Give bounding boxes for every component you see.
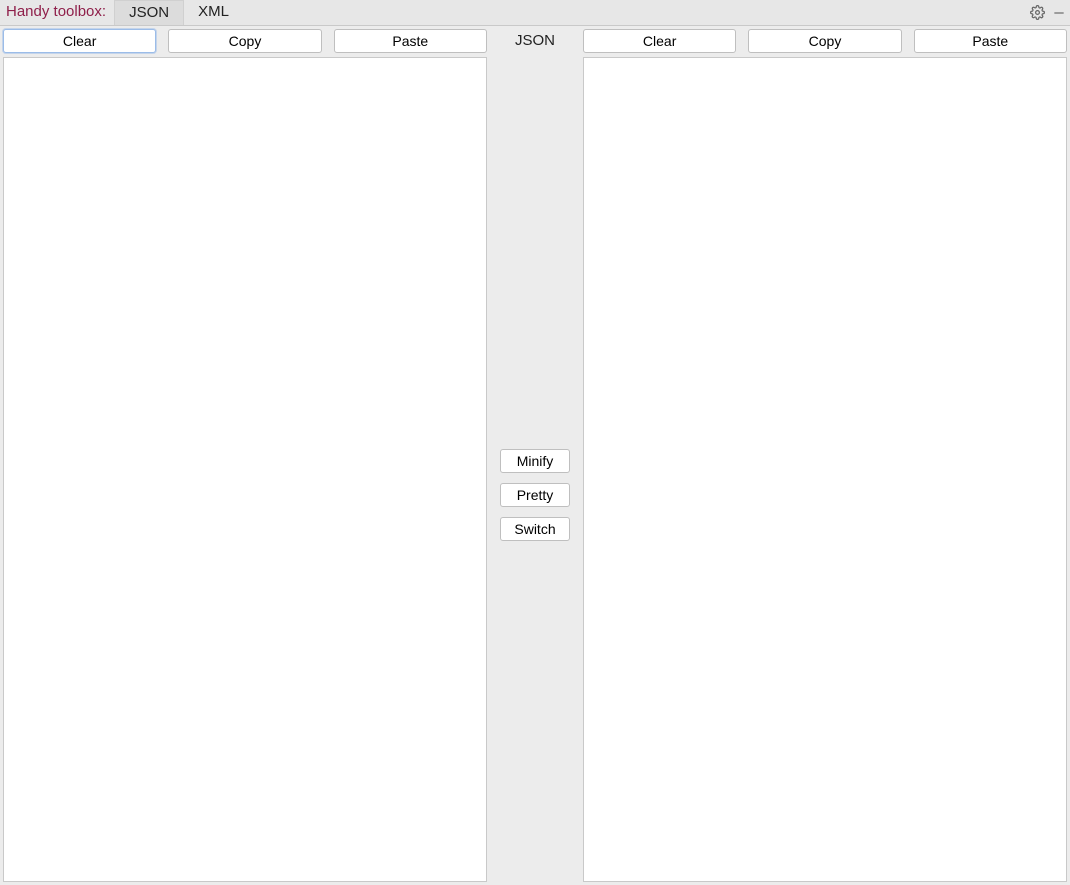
right-copy-button[interactable]: Copy — [748, 29, 901, 53]
right-clear-button[interactable]: Clear — [583, 29, 736, 53]
title-bar: Handy toolbox: JSON XML — [0, 0, 1070, 26]
mode-label: JSON — [515, 29, 555, 53]
switch-button[interactable]: Switch — [500, 517, 570, 541]
right-paste-button[interactable]: Paste — [914, 29, 1067, 53]
left-copy-button[interactable]: Copy — [168, 29, 321, 53]
pretty-button[interactable]: Pretty — [500, 483, 570, 507]
center-button-stack: Minify Pretty Switch — [500, 449, 570, 541]
app-brand: Handy toolbox: — [0, 0, 114, 25]
right-editor[interactable] — [583, 57, 1067, 882]
right-toolbar: Clear Copy Paste — [583, 29, 1067, 57]
right-panel: Clear Copy Paste — [583, 29, 1067, 882]
gear-icon[interactable] — [1026, 0, 1048, 25]
left-paste-button[interactable]: Paste — [334, 29, 487, 53]
left-clear-button[interactable]: Clear — [3, 29, 156, 53]
main-body: Clear Copy Paste JSON Minify Pretty Swit… — [0, 26, 1070, 885]
minimize-icon[interactable] — [1048, 0, 1070, 25]
left-editor[interactable] — [3, 57, 487, 882]
left-panel: Clear Copy Paste — [3, 29, 487, 882]
center-panel: JSON Minify Pretty Switch — [487, 29, 583, 882]
minify-button[interactable]: Minify — [500, 449, 570, 473]
tab-xml[interactable]: XML — [184, 0, 243, 25]
spacer — [243, 0, 1026, 25]
left-toolbar: Clear Copy Paste — [3, 29, 487, 57]
tab-json[interactable]: JSON — [114, 0, 184, 25]
